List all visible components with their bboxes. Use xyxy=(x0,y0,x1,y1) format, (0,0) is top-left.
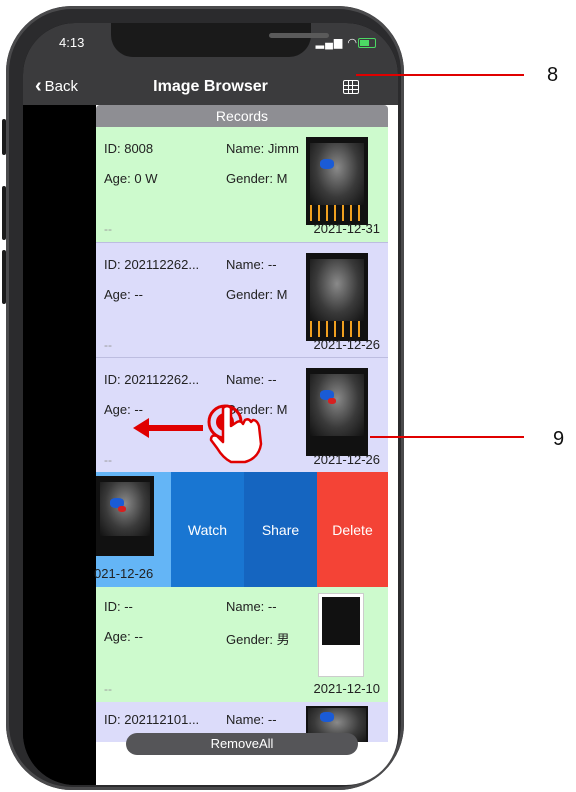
record-id: ID: 202112262... xyxy=(104,257,200,272)
record-date: 2021-12-26 xyxy=(313,337,381,352)
callout-line-8 xyxy=(356,74,524,76)
record-date: 2021-12-31 xyxy=(313,221,381,236)
record-name: Name: Jimm xyxy=(226,141,299,156)
record-card[interactable]: ID: 202112262... Name: -- Age: -- Gender… xyxy=(96,242,388,358)
record-date: 021-12-26 xyxy=(94,566,154,581)
volume-up-button xyxy=(2,186,6,240)
record-age: Age: 0 W xyxy=(104,171,158,186)
phone-frame: 4:13 ▂▄▆ ◠ ‹ Back Image Browser Records … xyxy=(2,6,404,790)
battery-icon xyxy=(358,38,376,48)
record-date: 2021-12-26 xyxy=(313,452,381,467)
record-gender: Gender: 男 xyxy=(226,632,290,647)
swipe-left-arrow-icon xyxy=(133,418,203,438)
record-name: Name: -- xyxy=(226,712,277,727)
record-age: Age: -- xyxy=(104,402,144,417)
record-card[interactable]: ID: 8008 Name: Jimm Age: 0 W Gender: M -… xyxy=(96,127,388,242)
status-bar: 4:13 ▂▄▆ ◠ xyxy=(23,23,398,71)
record-id: ID: 202112101... xyxy=(104,712,200,727)
left-background xyxy=(23,105,96,785)
callout-label-9: 9 xyxy=(553,428,565,450)
record-gender: Gender: M xyxy=(226,287,288,302)
records-header: Records xyxy=(96,105,388,127)
record-age: Age: -- xyxy=(104,629,144,644)
touch-hand-icon xyxy=(207,404,263,464)
record-thumbnail xyxy=(306,253,368,341)
grid-view-icon[interactable] xyxy=(343,80,359,94)
record-note: -- xyxy=(104,222,112,236)
record-id: ID: 202112262... xyxy=(104,372,200,387)
notch xyxy=(111,23,329,57)
record-thumbnail xyxy=(306,137,368,225)
record-note: -- xyxy=(104,682,112,696)
record-note: -- xyxy=(104,338,112,352)
record-date: 2021-12-10 xyxy=(313,681,381,696)
watch-button[interactable]: Watch xyxy=(171,472,244,587)
record-card[interactable]: ID: -- Name: -- Age: -- Gender: 男 -- 202… xyxy=(96,587,388,702)
swiped-record-row[interactable]: 021-12-26 Watch Share Delete xyxy=(94,472,388,587)
record-thumbnail xyxy=(318,593,364,677)
nav-bar: ‹ Back Image Browser xyxy=(23,71,398,105)
record-id: ID: -- xyxy=(104,599,133,614)
delete-button[interactable]: Delete xyxy=(317,472,388,587)
callout-line-9 xyxy=(370,436,524,438)
record-id: ID: 8008 xyxy=(104,141,154,156)
record-name: Name: -- xyxy=(226,372,277,387)
home-indicator xyxy=(141,769,281,774)
volume-down-button xyxy=(2,250,6,304)
callout-label-8: 8 xyxy=(547,64,559,86)
record-thumbnail xyxy=(306,368,368,456)
mute-switch xyxy=(2,119,6,155)
record-note: -- xyxy=(104,453,112,467)
record-gender: Gender: M xyxy=(226,171,288,186)
record-name: Name: -- xyxy=(226,599,277,614)
record-thumbnail xyxy=(96,476,154,556)
share-button[interactable]: Share xyxy=(244,472,317,587)
status-time: 4:13 xyxy=(59,35,85,50)
record-name: Name: -- xyxy=(226,257,277,272)
signal-wifi-icon: ▂▄▆ ◠ xyxy=(315,37,358,49)
record-age: Age: -- xyxy=(104,287,144,302)
page-title: Image Browser xyxy=(153,78,268,95)
swiped-record-preview: 021-12-26 xyxy=(94,472,171,587)
remove-all-button[interactable]: RemoveAll xyxy=(126,733,358,755)
